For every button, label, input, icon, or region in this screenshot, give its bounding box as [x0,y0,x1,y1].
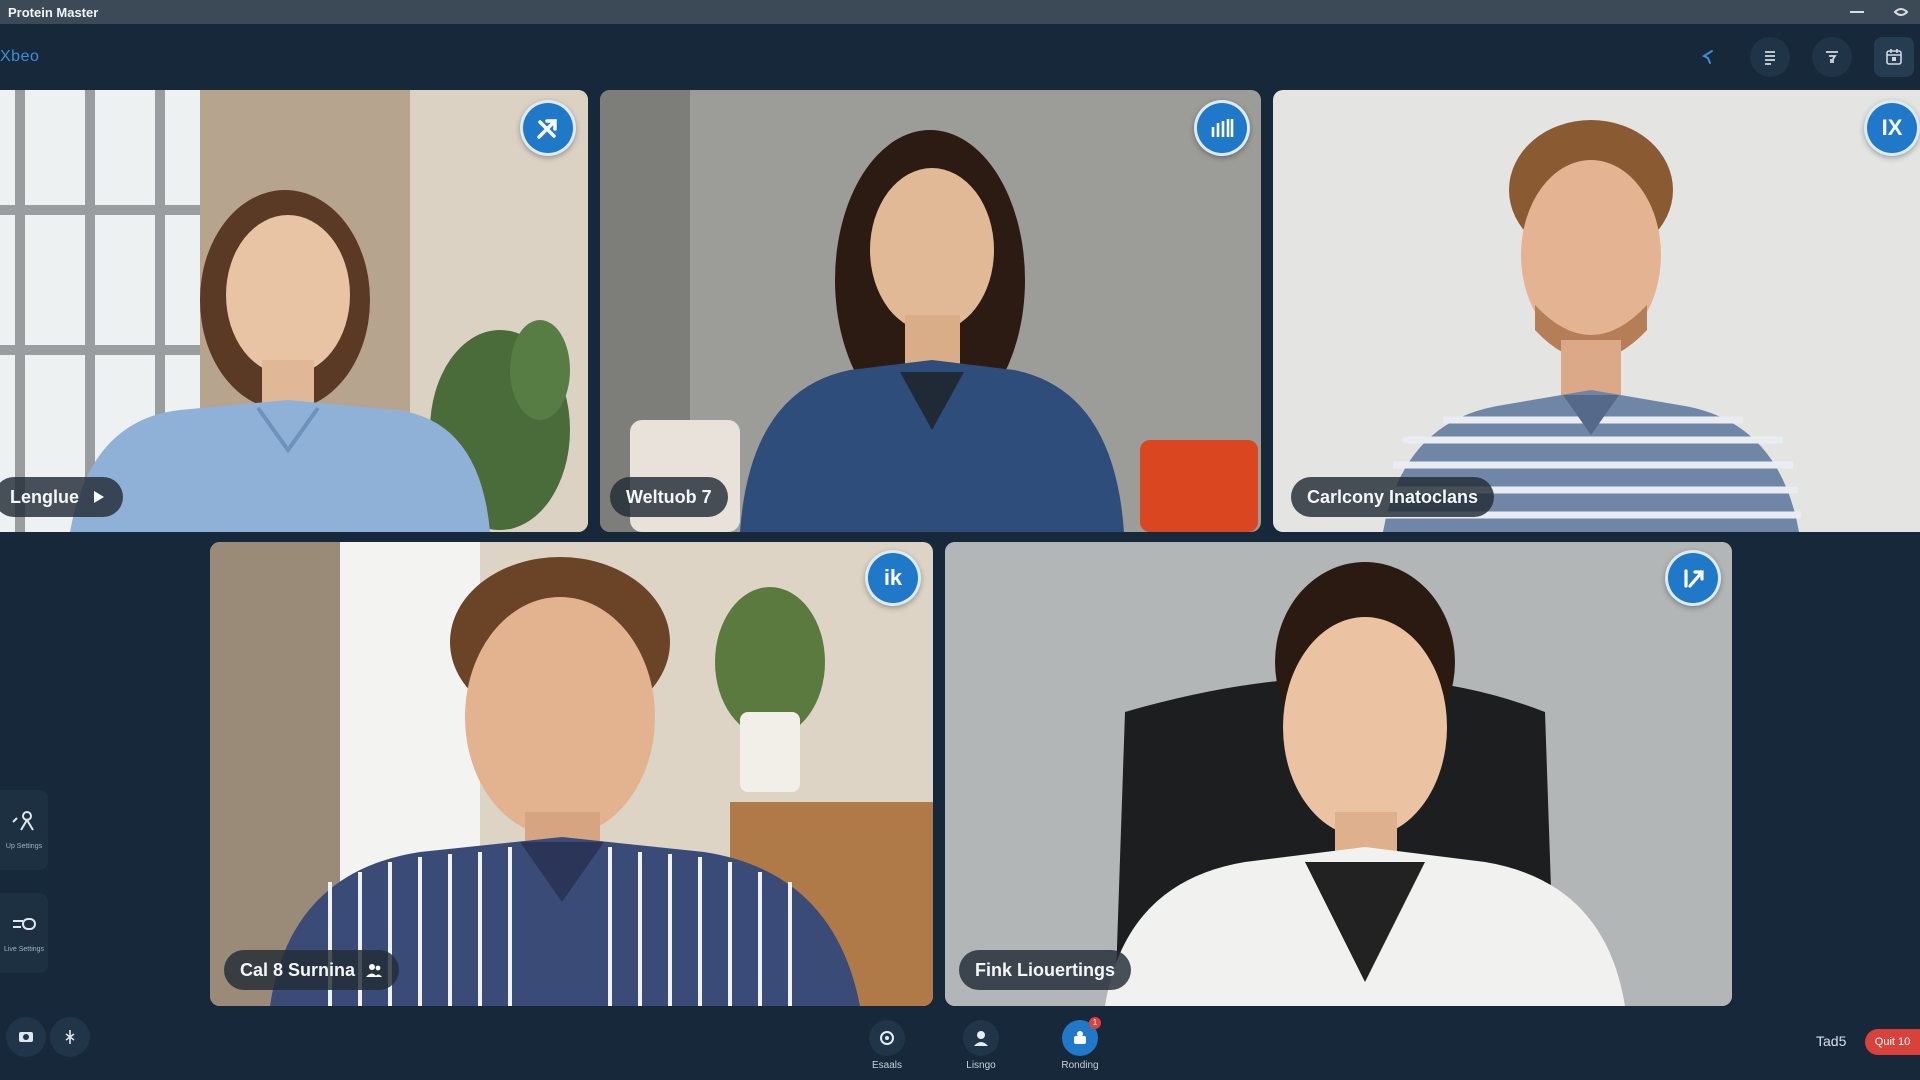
signal-bars-icon[interactable] [1194,100,1250,156]
sidebar-item-label: Live Settings [3,945,45,953]
sidebar-item-settings[interactable]: Up Settings [0,790,48,870]
bottom-action-label: Esaals [871,1060,902,1071]
participant-nameplate: Fink Liouertings [959,950,1132,990]
user-icon [963,1020,999,1056]
camera-icon[interactable] [6,1017,46,1057]
person-pin-icon [11,810,37,837]
record-icon: 1 [1062,1017,1101,1056]
pen-icon[interactable] [1665,550,1721,606]
pointer-icon[interactable] [1688,37,1728,77]
participant-name: Weltuob 7 [626,486,712,507]
video-tile-carlcony[interactable]: IX Carlcony Inatoclans [1273,90,1920,532]
call-timer: Tad5 [1816,1033,1847,1049]
participant-name: Fink Liouertings [975,959,1116,980]
people-icon[interactable] [365,961,383,979]
video-tile-fink[interactable]: Fink Liouertings [945,542,1732,1006]
window-controls [1846,5,1912,19]
title-bar: Protein Master [0,0,1920,24]
top-toolbar: Xbeo [0,24,1920,90]
ix-icon[interactable]: IX [1864,100,1920,156]
play-icon[interactable] [89,488,107,506]
end-call-button[interactable]: Quit 10 [1865,1029,1920,1055]
calendar-icon[interactable] [1874,37,1914,77]
participant-nameplate: Carlcony Inatoclans [1291,477,1495,517]
notification-badge: 1 [1089,1017,1101,1029]
toggle-icon [11,913,37,940]
participant-video [210,542,933,1006]
participant-name: Carlcony Inatoclans [1307,486,1479,507]
participant-video [1273,90,1920,532]
ik-icon[interactable]: ik [865,550,921,606]
minimize-icon[interactable] [1846,5,1868,19]
participant-video [600,90,1261,532]
video-tile-weltuob[interactable]: Weltuob 7 [600,90,1261,532]
filter-icon[interactable] [1812,37,1852,77]
bottom-action-label: Lisngo [966,1060,996,1071]
participant-name: Cal 8 Surnina [240,959,356,980]
participant-nameplate: Cal 8 Surnina [224,950,400,990]
participant-video [945,542,1732,1006]
participant-video [0,90,588,532]
video-tile-cal-surnina[interactable]: ik Cal 8 Surnina [210,542,933,1006]
share-button[interactable]: Esaals [852,1020,922,1071]
participant-nameplate: Weltuob 7 [610,477,728,517]
record-button[interactable]: 1 Ronding [1045,1017,1115,1071]
participant-name: Lenglue [10,486,80,507]
video-tile-lenglue[interactable]: Lenglue [0,90,588,532]
sidebar-item-label: Up Settings [5,842,43,850]
mic-icon[interactable] [50,1017,90,1057]
bottom-action-label: Ronding [1061,1060,1099,1071]
window-title: Protein Master [8,4,99,20]
brand-logo-text: Xbeo [0,48,40,65]
participants-button[interactable]: Lisngo [946,1020,1016,1071]
list-icon[interactable] [1750,37,1790,77]
sidebar-item-live-settings[interactable]: Live Settings [0,893,48,973]
toolbar-tools [1688,37,1914,77]
close-icon[interactable] [1890,5,1912,19]
pen-icon[interactable] [520,100,576,156]
share-icon [869,1020,905,1056]
participant-nameplate: Lenglue [0,477,124,517]
